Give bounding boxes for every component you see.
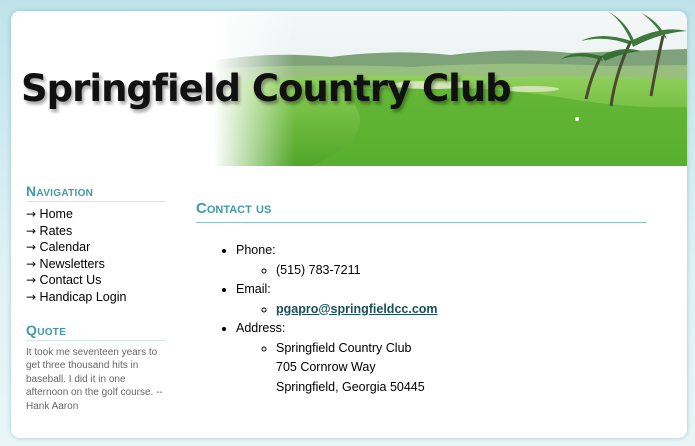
right-arrow-icon: → [26,207,37,221]
phone-label: Phone: [236,243,276,257]
nav-item-home[interactable]: → Home [26,206,166,223]
address-line-2: 705 Cornrow Way [276,360,376,374]
email-label: Email: [236,282,271,296]
address-value: Springfield Country Club 705 Cornrow Way… [276,339,647,398]
main-content: Contact us Phone: (515) 783-7211 Email: … [196,200,647,397]
phone-value: (515) 783-7211 [276,261,647,281]
sidebar: Navigation → Home → Rates → Calendar → N… [26,183,166,414]
nav-item-label[interactable]: Calendar [40,240,91,254]
quote-heading: Quote [26,322,166,341]
address-label: Address: [236,321,286,335]
nav-item-rates[interactable]: → Rates [26,223,166,240]
phone-item: Phone: (515) 783-7211 [236,241,647,280]
email-link[interactable]: pgapro@springfieldcc.com [276,302,438,316]
email-value-item: pgapro@springfieldcc.com [276,300,647,320]
page-title: Contact us [196,200,647,223]
nav-item-label[interactable]: Newsletters [40,257,105,271]
navigation-heading: Navigation [26,183,166,202]
header-banner: Springfield Country Club [11,11,687,166]
contact-info-list: Phone: (515) 783-7211 Email: pgapro@spri… [196,241,647,397]
right-arrow-icon: → [26,256,37,271]
nav-item-label[interactable]: Rates [40,224,73,238]
nav-item-label[interactable]: Handicap Login [40,290,127,304]
nav-item-label[interactable]: Contact Us [40,273,102,287]
site-logo-title: Springfield Country Club [21,67,512,110]
email-item: Email: pgapro@springfieldcc.com [236,280,647,319]
right-arrow-icon: → [26,289,37,304]
quote-text: It took me seventeen years to get three … [26,346,163,412]
page-frame: Springfield Country Club Navigation → Ho… [11,11,687,438]
navigation-list: → Home → Rates → Calendar → Newsletters … [26,206,166,306]
right-arrow-icon: → [26,240,37,255]
address-line-3: Springfield, Georgia 50445 [276,379,425,394]
address-item: Address: Springfield Country Club 705 Co… [236,319,647,397]
nav-item-contact-us[interactable]: → Contact Us [26,272,166,289]
address-line-1: Springfield Country Club [276,340,412,355]
nav-item-handicap-login[interactable]: → Handicap Login [26,289,166,306]
nav-item-newsletters[interactable]: → Newsletters [26,256,166,273]
nav-item-label[interactable]: Home [40,207,73,221]
right-arrow-icon: → [26,273,37,288]
nav-item-calendar[interactable]: → Calendar [26,239,166,256]
right-arrow-icon: → [26,223,37,238]
